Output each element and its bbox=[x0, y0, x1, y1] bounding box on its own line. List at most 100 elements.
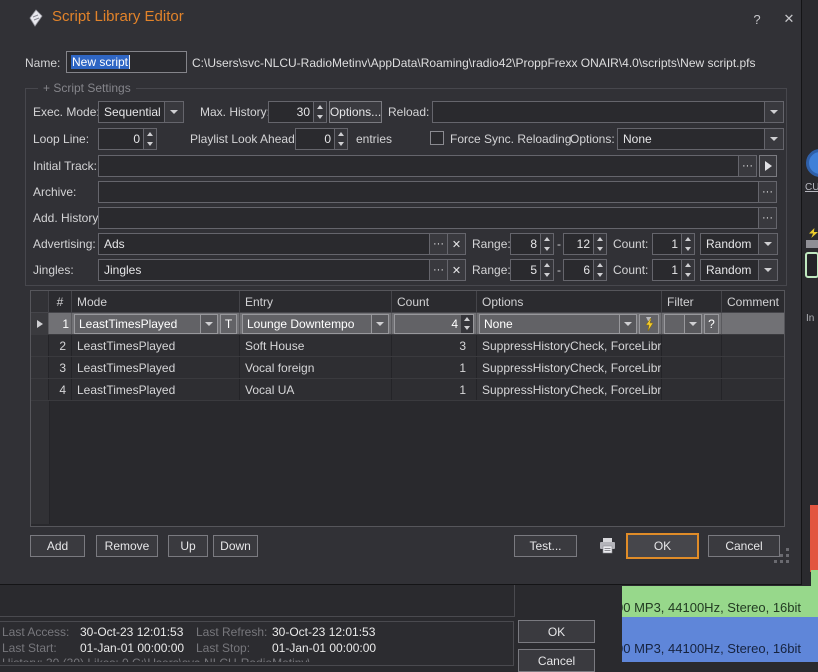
jingles-range-to[interactable]: 6 bbox=[563, 259, 594, 281]
row-selector-cell[interactable] bbox=[31, 313, 49, 334]
mode-cell: LeastTimesPlayed bbox=[72, 357, 240, 378]
exec-mode-select[interactable]: Sequential bbox=[98, 101, 184, 123]
blue-track-bar[interactable]: 00 MP3, 44100Hz, Stereo, 16bit bbox=[622, 617, 818, 662]
chevron-down-icon[interactable] bbox=[758, 260, 777, 280]
max-history-input[interactable]: 30 bbox=[268, 101, 314, 123]
chevron-down-icon[interactable] bbox=[371, 315, 388, 333]
name-input[interactable]: New script bbox=[66, 51, 187, 73]
col-entry[interactable]: Entry bbox=[240, 291, 392, 312]
col-filter[interactable]: Filter bbox=[662, 291, 722, 312]
add-button[interactable]: Add bbox=[30, 535, 85, 557]
add-history-input[interactable]: ··· bbox=[98, 207, 777, 229]
options-action-button[interactable] bbox=[639, 314, 659, 334]
jingles-input[interactable]: Jingles ··· ✕ bbox=[98, 259, 466, 281]
row-selector-cell[interactable] bbox=[31, 379, 49, 400]
play-button[interactable] bbox=[759, 155, 777, 177]
browse-icon[interactable]: ··· bbox=[429, 260, 447, 280]
close-button[interactable]: ✕ bbox=[780, 10, 798, 28]
chevron-down-icon[interactable] bbox=[200, 315, 217, 333]
col-options[interactable]: Options bbox=[477, 291, 662, 312]
browse-icon[interactable]: ··· bbox=[429, 234, 447, 254]
advertising-from-spinner[interactable] bbox=[541, 233, 554, 255]
advertising-to-spinner[interactable] bbox=[594, 233, 607, 255]
background-cancel-button[interactable]: Cancel bbox=[518, 649, 595, 672]
clear-icon[interactable]: ✕ bbox=[447, 260, 465, 280]
chevron-down-icon[interactable] bbox=[164, 102, 183, 122]
background-ok-button[interactable]: OK bbox=[518, 620, 595, 643]
glow-button-fragment[interactable] bbox=[805, 252, 818, 278]
look-ahead-spinner[interactable] bbox=[335, 128, 348, 150]
look-ahead-input[interactable]: 0 bbox=[295, 128, 335, 150]
count-cell[interactable]: 4 bbox=[392, 313, 477, 334]
archive-input[interactable]: ··· bbox=[98, 181, 777, 203]
resize-grip[interactable] bbox=[786, 560, 789, 563]
loop-line-input[interactable]: 0 bbox=[98, 128, 144, 150]
jingles-from-spinner[interactable] bbox=[541, 259, 554, 281]
count-value: 4 bbox=[394, 314, 461, 334]
entry-cell[interactable]: Lounge Downtempo bbox=[240, 313, 392, 334]
chevron-down-icon[interactable] bbox=[764, 102, 783, 122]
archive-label: Archive: bbox=[33, 185, 76, 199]
ok-button[interactable]: OK bbox=[626, 533, 699, 559]
jingles-mode-select[interactable]: Random bbox=[700, 259, 778, 281]
browse-icon[interactable]: ··· bbox=[758, 208, 776, 228]
mode-cell[interactable]: LeastTimesPlayed T bbox=[72, 313, 240, 334]
clear-icon[interactable]: ✕ bbox=[447, 234, 465, 254]
mode-t-button[interactable]: T bbox=[220, 314, 237, 334]
count-cell: 1 bbox=[392, 357, 477, 378]
options-select[interactable]: None bbox=[617, 128, 784, 150]
jingles-to-spinner[interactable] bbox=[594, 259, 607, 281]
up-button[interactable]: Up bbox=[168, 535, 208, 557]
col-comment[interactable]: Comment bbox=[722, 291, 784, 312]
green-track-bar[interactable]: 00 MP3, 44100Hz, Stereo, 16bit bbox=[622, 586, 818, 617]
advertising-count-input[interactable]: 1 bbox=[652, 233, 682, 255]
help-button[interactable]: ? bbox=[748, 10, 766, 28]
initial-track-input[interactable]: ··· bbox=[98, 155, 757, 177]
name-input-value: New script bbox=[71, 55, 129, 69]
table-row[interactable]: 1 LeastTimesPlayed T Lounge Downtempo 4 … bbox=[31, 313, 784, 335]
filter-help-button[interactable]: ? bbox=[704, 314, 719, 334]
row-selector-cell[interactable] bbox=[31, 335, 49, 356]
chevron-down-icon[interactable] bbox=[684, 315, 701, 333]
loop-line-spinner[interactable] bbox=[144, 128, 157, 150]
col-num[interactable]: # bbox=[49, 291, 72, 312]
chevron-down-icon[interactable] bbox=[619, 315, 636, 333]
col-count[interactable]: Count bbox=[392, 291, 477, 312]
col-mode[interactable]: Mode bbox=[72, 291, 240, 312]
script-settings-group-title[interactable]: + Script Settings bbox=[38, 81, 136, 95]
jingles-count-spinner[interactable] bbox=[682, 259, 695, 281]
down-button[interactable]: Down bbox=[213, 535, 258, 557]
advertising-range-from[interactable]: 8 bbox=[510, 233, 541, 255]
jingles-range-from[interactable]: 5 bbox=[510, 259, 541, 281]
cancel-button[interactable]: Cancel bbox=[708, 535, 780, 557]
advertising-mode-select[interactable]: Random bbox=[700, 233, 778, 255]
reload-select[interactable] bbox=[432, 101, 784, 123]
table-row[interactable]: 4 LeastTimesPlayed Vocal UA 1 SuppressHi… bbox=[31, 379, 784, 401]
advertising-range-to[interactable]: 12 bbox=[563, 233, 594, 255]
filter-cell[interactable]: ? bbox=[662, 313, 722, 334]
jingles-count-input[interactable]: 1 bbox=[652, 259, 682, 281]
options-cell[interactable]: None bbox=[477, 313, 662, 334]
row-selector-cell[interactable] bbox=[31, 357, 49, 378]
table-row[interactable]: 2 LeastTimesPlayed Soft House 3 Suppress… bbox=[31, 335, 784, 357]
chevron-down-icon[interactable] bbox=[758, 234, 777, 254]
browse-icon[interactable]: ··· bbox=[738, 156, 756, 176]
advertising-range-label: Range: bbox=[472, 237, 511, 251]
advertising-count-spinner[interactable] bbox=[682, 233, 695, 255]
table-row[interactable]: 3 LeastTimesPlayed Vocal foreign 1 Suppr… bbox=[31, 357, 784, 379]
max-history-spinner[interactable] bbox=[314, 101, 327, 123]
comment-cell[interactable] bbox=[722, 313, 784, 334]
titlebar[interactable]: Script Library Editor ? ✕ bbox=[0, 0, 801, 38]
advertising-input[interactable]: Ads ··· ✕ bbox=[98, 233, 466, 255]
count-spinner[interactable] bbox=[461, 314, 474, 334]
test-button[interactable]: Test... bbox=[514, 535, 577, 557]
cu-link[interactable]: CU bbox=[805, 182, 818, 193]
force-sync-checkbox[interactable] bbox=[430, 131, 444, 145]
jingles-count-label: Count: bbox=[613, 263, 648, 277]
browse-icon[interactable]: ··· bbox=[758, 182, 776, 202]
remove-button[interactable]: Remove bbox=[96, 535, 158, 557]
print-button[interactable] bbox=[596, 535, 618, 557]
history-options-button[interactable]: Options... bbox=[329, 101, 382, 123]
chevron-down-icon[interactable] bbox=[764, 129, 783, 149]
last-start-label: Last Start: bbox=[2, 641, 57, 655]
